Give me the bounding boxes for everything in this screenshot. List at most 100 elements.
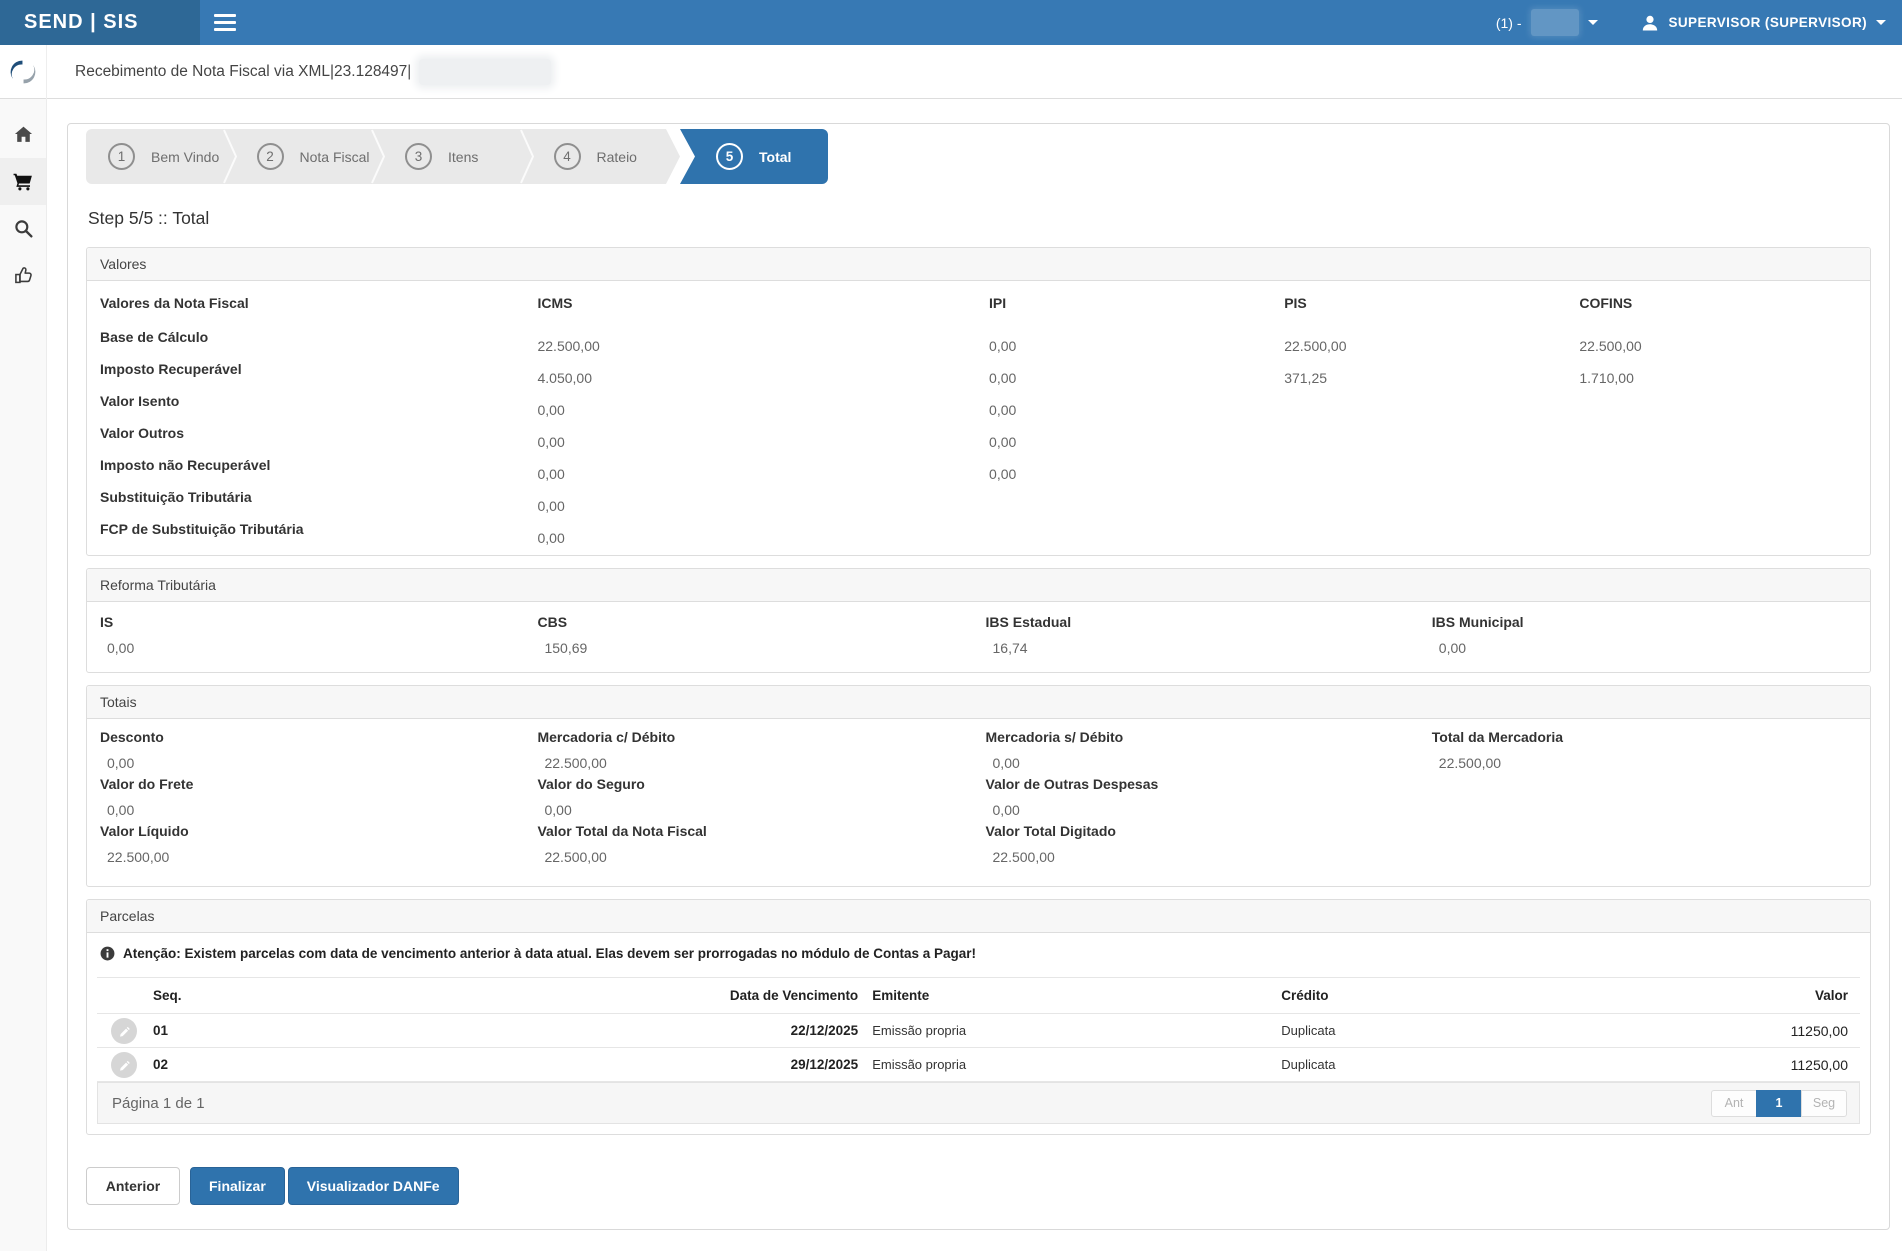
valores-row: Valor Isento 0,00 0,00 <box>87 385 1870 417</box>
chevron-separator-icon <box>222 129 238 184</box>
col-vencimento: Data de Vencimento <box>611 988 858 1003</box>
field-label: CBS <box>537 614 985 630</box>
step-label: Bem Vindo <box>151 149 219 165</box>
sidebar-item-search[interactable] <box>0 205 46 252</box>
value-pis: 22.500,00 <box>1284 338 1579 354</box>
row-label: Valor Outros <box>100 425 537 441</box>
edit-parcela-button[interactable] <box>111 1052 137 1078</box>
parcela-row: 02 29/12/2025 Emissão propria Duplicata … <box>97 1048 1860 1082</box>
step-label: Rateio <box>597 149 637 165</box>
field-label: Total da Mercadoria <box>1432 729 1857 745</box>
notification-dropdown[interactable]: (1) - <box>1496 9 1598 36</box>
panel-reforma: Reforma Tributária IS 0,00 CBS 150,69 IB… <box>86 568 1871 673</box>
redacted-title-text <box>419 59 551 85</box>
col-ipi: IPI <box>989 295 1284 311</box>
panel-parcelas: Parcelas Atenção: Existem parcelas com d… <box>86 899 1871 1135</box>
field-value: 0,00 <box>986 802 1432 818</box>
cell-credito: Duplicata <box>1281 1057 1669 1072</box>
title-bar: Recebimento de Nota Fiscal via XML|23.12… <box>0 45 1902 99</box>
field-label: Desconto <box>100 729 537 745</box>
valores-row: Valor Outros 0,00 0,00 <box>87 417 1870 449</box>
step-label: Nota Fiscal <box>300 149 370 165</box>
row-label: Valor Isento <box>100 393 537 409</box>
pagination-page-1-button[interactable]: 1 <box>1756 1090 1802 1117</box>
row-label: Substituição Tributária <box>100 489 537 505</box>
field-value: 22.500,00 <box>986 849 1432 865</box>
sidebar-item-home[interactable] <box>0 111 46 158</box>
wizard-step-nota-fiscal[interactable]: 2 Nota Fiscal <box>235 129 384 184</box>
reforma-col-ibs-estadual: IBS Estadual 16,74 <box>986 614 1432 656</box>
field-value: 0,00 <box>986 755 1432 771</box>
finalizar-button[interactable]: Finalizar <box>190 1167 285 1205</box>
anterior-button[interactable]: Anterior <box>86 1167 180 1205</box>
main-content: 1 Bem Vindo 2 Nota Fiscal <box>47 99 1902 1251</box>
field-label: Valor de Outras Despesas <box>986 776 1432 792</box>
step-number: 2 <box>257 143 284 170</box>
user-menu[interactable]: SUPERVISOR (SUPERVISOR) <box>1640 13 1887 33</box>
cell-credito: Duplicata <box>1281 1023 1669 1038</box>
value-ipi: 0,00 <box>989 434 1284 450</box>
hamburger-icon[interactable] <box>200 0 250 45</box>
wizard-step-bem-vindo[interactable]: 1 Bem Vindo <box>86 129 235 184</box>
info-icon <box>100 946 115 961</box>
user-icon <box>1640 13 1660 33</box>
field-value: 22.500,00 <box>100 849 537 865</box>
notification-count: (1) - <box>1496 15 1522 31</box>
row-label: FCP de Substituição Tributária <box>100 521 537 537</box>
col-valor: Valor <box>1669 988 1860 1003</box>
valores-row: Base de Cálculo 22.500,00 0,00 22.500,00… <box>87 321 1870 353</box>
parcela-row: 01 22/12/2025 Emissão propria Duplicata … <box>97 1014 1860 1048</box>
cell-emitente: Emissão propria <box>858 1023 1281 1038</box>
pagination-next-button[interactable]: Seg <box>1801 1090 1847 1117</box>
field-label: Mercadoria c/ Débito <box>537 729 985 745</box>
field-value: 16,74 <box>986 640 1432 656</box>
wizard-step-itens[interactable]: 3 Itens <box>383 129 532 184</box>
page-info: Página 1 de 1 <box>112 1095 205 1112</box>
totais-row-2: Valor do Frete 0,00 Valor do Seguro 0,00… <box>100 776 1857 818</box>
step-number: 3 <box>405 143 432 170</box>
field-label: Valor Total da Nota Fiscal <box>537 823 985 839</box>
value-ipi: 0,00 <box>989 466 1284 482</box>
wizard-steps-track: 1 Bem Vindo 2 Nota Fiscal <box>86 129 680 184</box>
row-label: Base de Cálculo <box>100 329 537 345</box>
thumbs-up-icon <box>14 266 33 285</box>
row-label: Imposto não Recuperável <box>100 457 537 473</box>
sidebar-item-cart[interactable] <box>0 158 46 205</box>
sidebar-item-like[interactable] <box>0 252 46 299</box>
pencil-icon <box>118 1025 130 1037</box>
field-value: 150,69 <box>537 640 985 656</box>
col-cofins: COFINS <box>1579 295 1857 311</box>
col-credito: Crédito <box>1281 988 1669 1003</box>
field-value: 0,00 <box>537 802 985 818</box>
caret-down-icon <box>1588 20 1598 25</box>
parcelas-table: Seq. Data de Vencimento Emitente Crédito… <box>97 977 1860 1082</box>
value-ipi: 0,00 <box>989 338 1284 354</box>
valores-row: Imposto não Recuperável 0,00 0,00 <box>87 449 1870 481</box>
pagination-group: Ant 1 Seg <box>1712 1090 1847 1117</box>
value-icms: 22.500,00 <box>537 338 989 354</box>
page-title: Recebimento de Nota Fiscal via XML|23.12… <box>75 63 411 81</box>
field-label: IBS Estadual <box>986 614 1432 630</box>
reforma-col-ibs-municipal: IBS Municipal 0,00 <box>1432 614 1857 656</box>
panel-totais-title: Totais <box>87 686 1870 719</box>
field-value: 0,00 <box>100 802 537 818</box>
wizard-step-rateio[interactable]: 4 Rateio <box>532 129 681 184</box>
home-icon <box>14 125 33 144</box>
pagination-prev-button[interactable]: Ant <box>1711 1090 1757 1117</box>
field-label: Mercadoria s/ Débito <box>986 729 1432 745</box>
col-seq: Seq. <box>153 988 611 1003</box>
edit-parcela-button[interactable] <box>111 1018 137 1044</box>
visualizador-danfe-button[interactable]: Visualizador DANFe <box>288 1167 459 1205</box>
user-name: SUPERVISOR (SUPERVISOR) <box>1669 15 1868 30</box>
wizard-step-total-active[interactable]: 5 Total <box>680 129 828 184</box>
value-icms: 0,00 <box>537 402 989 418</box>
field-label: IS <box>100 614 537 630</box>
search-icon <box>14 219 33 238</box>
col-icms: ICMS <box>537 295 989 311</box>
value-icms: 4.050,00 <box>537 370 989 386</box>
value-pis: 371,25 <box>1284 370 1579 386</box>
step-label: Total <box>759 149 791 165</box>
panel-valores: Valores Valores da Nota Fiscal ICMS IPI … <box>86 247 1871 556</box>
step-heading: Step 5/5 :: Total <box>88 208 1871 229</box>
send-logo-icon <box>10 59 36 85</box>
